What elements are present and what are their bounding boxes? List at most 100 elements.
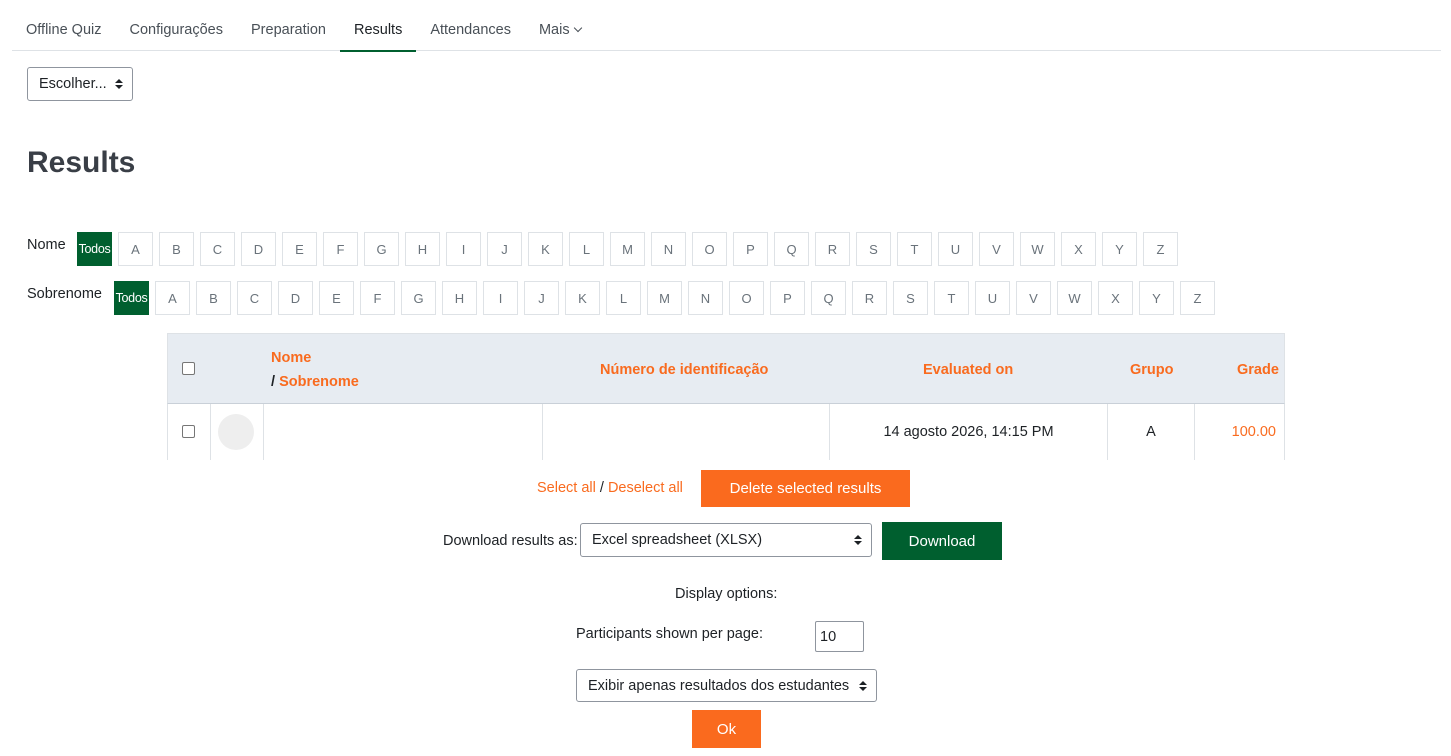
results-filter-value: Exibir apenas resultados dos estudantes — [588, 677, 850, 694]
lastname-initial-g[interactable]: G — [401, 281, 436, 315]
select-arrows-icon — [854, 535, 862, 545]
firstname-initial-e[interactable]: E — [282, 232, 317, 266]
select-arrows-icon — [859, 680, 867, 691]
lastname-initial-z[interactable]: Z — [1180, 281, 1215, 315]
lastname-initials-label: Sobrenome — [27, 286, 102, 302]
firstname-initial-f[interactable]: F — [323, 232, 358, 266]
download-format-value: Excel spreadsheet (XLSX) — [592, 532, 763, 548]
firstname-initial-h[interactable]: H — [405, 232, 440, 266]
lastname-initial-l[interactable]: L — [606, 281, 641, 315]
firstname-initial-s[interactable]: S — [856, 232, 891, 266]
tab-offline-quiz[interactable]: Offline Quiz — [12, 0, 116, 51]
selection-links: Select all / Deselect all — [537, 480, 683, 496]
lastname-initial-h[interactable]: H — [442, 281, 477, 315]
jump-to-select[interactable]: Escolher... — [27, 67, 133, 101]
results-filter-select[interactable]: Exibir apenas resultados dos estudantes — [576, 669, 877, 702]
tab-attendances[interactable]: Attendances — [416, 0, 525, 51]
header-group[interactable]: Grupo — [1130, 362, 1174, 378]
firstname-initial-p[interactable]: P — [733, 232, 768, 266]
lastname-initial-k[interactable]: K — [565, 281, 600, 315]
tab-results[interactable]: Results — [339, 0, 417, 52]
per-page-label: Participants shown per page: — [576, 626, 763, 642]
firstname-initial-c[interactable]: C — [200, 232, 235, 266]
deselect-all-link[interactable]: Deselect all — [608, 480, 683, 496]
tab-preparation[interactable]: Preparation — [237, 0, 340, 51]
firstname-initial-i[interactable]: I — [446, 232, 481, 266]
select-all-link[interactable]: Select all — [537, 480, 596, 496]
avatar[interactable] — [218, 414, 254, 450]
lastname-initial-c[interactable]: C — [237, 281, 272, 315]
header-idnumber[interactable]: Número de identificação — [600, 362, 768, 378]
header-name-group: / Sobrenome — [271, 374, 359, 390]
header-lastname[interactable]: Sobrenome — [279, 374, 359, 390]
row-grade-link[interactable]: 100.00 — [1232, 424, 1276, 440]
firstname-initial-b[interactable]: B — [159, 232, 194, 266]
select-all-checkbox[interactable] — [182, 362, 195, 375]
tab-more[interactable]: Mais — [525, 0, 595, 51]
tab-settings[interactable]: Configurações — [116, 0, 238, 51]
lastname-initial-x[interactable]: X — [1098, 281, 1133, 315]
lastname-initial-m[interactable]: M — [647, 281, 682, 315]
firstname-initial-t[interactable]: T — [897, 232, 932, 266]
lastname-initial-q[interactable]: Q — [811, 281, 846, 315]
chevron-down-icon — [573, 23, 582, 33]
jump-to-select-value: Escolher... — [39, 76, 107, 92]
firstname-initial-v[interactable]: V — [979, 232, 1014, 266]
lastname-initial-all[interactable]: Todos — [114, 281, 149, 315]
lastname-initial-u[interactable]: U — [975, 281, 1010, 315]
lastname-initial-e[interactable]: E — [319, 281, 354, 315]
firstname-initial-d[interactable]: D — [241, 232, 276, 266]
secondary-navigation: Offline Quiz Configurações Preparation R… — [12, 0, 1441, 52]
page-title: Results — [27, 146, 136, 179]
ok-button[interactable]: Ok — [692, 710, 761, 748]
firstname-initial-r[interactable]: R — [815, 232, 850, 266]
display-options-heading: Display options: — [675, 586, 778, 602]
header-name-separator: / — [271, 374, 276, 390]
lastname-initial-n[interactable]: N — [688, 281, 723, 315]
lastname-initial-o[interactable]: O — [729, 281, 764, 315]
firstname-initial-u[interactable]: U — [938, 232, 973, 266]
table-row: 14 agosto 2026, 14:15 PM A 100.00 — [167, 404, 1285, 460]
lastname-initial-t[interactable]: T — [934, 281, 969, 315]
lastname-initial-f[interactable]: F — [360, 281, 395, 315]
lastname-initial-b[interactable]: B — [196, 281, 231, 315]
download-format-select[interactable]: Excel spreadsheet (XLSX) — [580, 523, 872, 557]
lastname-initial-a[interactable]: A — [155, 281, 190, 315]
lastname-initial-i[interactable]: I — [483, 281, 518, 315]
download-button[interactable]: Download — [882, 522, 1002, 560]
firstname-initial-all[interactable]: Todos — [77, 232, 112, 266]
firstname-initial-k[interactable]: K — [528, 232, 563, 266]
firstname-initial-w[interactable]: W — [1020, 232, 1055, 266]
firstname-initial-n[interactable]: N — [651, 232, 686, 266]
lastname-initial-d[interactable]: D — [278, 281, 313, 315]
lastname-initial-j[interactable]: J — [524, 281, 559, 315]
firstname-initial-q[interactable]: Q — [774, 232, 809, 266]
firstname-initial-z[interactable]: Z — [1143, 232, 1178, 266]
lastname-initials-bar: Todos ABCDEFGHIJKLMNOPQRSTUVWXYZ — [114, 281, 1215, 315]
lastname-initial-y[interactable]: Y — [1139, 281, 1174, 315]
firstname-initial-a[interactable]: A — [118, 232, 153, 266]
select-arrows-icon — [115, 79, 123, 89]
firstname-initial-l[interactable]: L — [569, 232, 604, 266]
header-evaluated-on[interactable]: Evaluated on — [923, 362, 1013, 378]
firstname-initial-j[interactable]: J — [487, 232, 522, 266]
row-group: A — [1146, 424, 1156, 440]
per-page-input[interactable]: 10 — [815, 621, 864, 652]
lastname-initial-s[interactable]: S — [893, 281, 928, 315]
firstname-initial-m[interactable]: M — [610, 232, 645, 266]
firstname-initial-x[interactable]: X — [1061, 232, 1096, 266]
table-header: Nome / Sobrenome Número de identificação… — [167, 333, 1285, 404]
lastname-initial-p[interactable]: P — [770, 281, 805, 315]
firstname-initial-g[interactable]: G — [364, 232, 399, 266]
lastname-initial-v[interactable]: V — [1016, 281, 1051, 315]
lastname-initial-w[interactable]: W — [1057, 281, 1092, 315]
selection-separator: / — [599, 480, 604, 496]
firstname-initials-bar: Todos ABCDEFGHIJKLMNOPQRSTUVWXYZ — [77, 232, 1178, 266]
header-firstname[interactable]: Nome — [271, 350, 311, 366]
header-grade[interactable]: Grade — [1237, 362, 1279, 378]
firstname-initial-y[interactable]: Y — [1102, 232, 1137, 266]
row-checkbox[interactable] — [182, 425, 195, 438]
firstname-initial-o[interactable]: O — [692, 232, 727, 266]
delete-selected-button[interactable]: Delete selected results — [701, 470, 910, 507]
lastname-initial-r[interactable]: R — [852, 281, 887, 315]
